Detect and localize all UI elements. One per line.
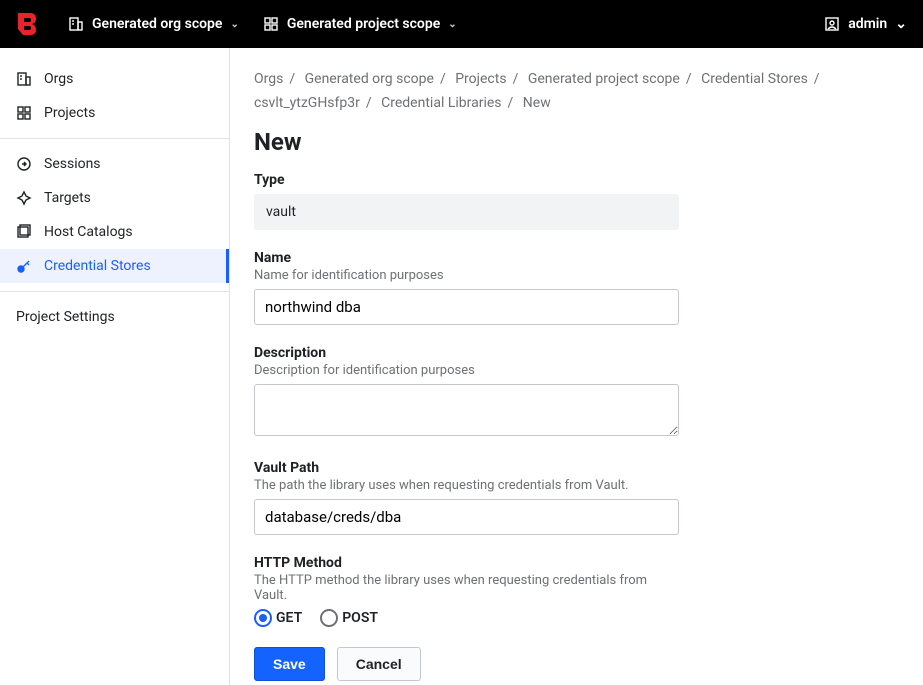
org-scope-label: Generated org scope [92, 16, 222, 32]
http-method-help: The HTTP method the library uses when re… [254, 573, 679, 603]
http-method-get-radio[interactable]: GET [254, 609, 302, 627]
topbar: Generated org scope ⌄ Generated project … [0, 0, 923, 48]
app-logo [16, 10, 44, 38]
user-label: admin [848, 16, 887, 32]
org-scope-picker[interactable]: Generated org scope ⌄ [68, 16, 239, 32]
description-help: Description for identification purposes [254, 363, 679, 378]
breadcrumb-link[interactable]: Credential Libraries [381, 95, 501, 111]
chevron-down-icon: ⌄ [230, 19, 238, 30]
type-value: vault [254, 194, 679, 230]
project-icon [16, 105, 32, 121]
vault-path-input[interactable] [254, 499, 679, 535]
sidebar-item-label: Sessions [44, 156, 101, 172]
breadcrumb-current: New [523, 95, 551, 111]
org-icon [16, 71, 32, 87]
breadcrumb-link[interactable]: Generated project scope [528, 71, 680, 87]
sidebar-item-projects[interactable]: Projects [0, 96, 229, 130]
name-label: Name [254, 250, 679, 266]
project-scope-label: Generated project scope [287, 16, 440, 32]
sidebar-item-host-catalogs[interactable]: Host Catalogs [0, 215, 229, 249]
sidebar-item-label: Project Settings [16, 309, 115, 325]
org-icon [68, 16, 84, 32]
http-method-label: HTTP Method [254, 555, 679, 571]
host-catalogs-icon [16, 224, 32, 240]
sidebar-item-label: Host Catalogs [44, 224, 133, 240]
user-icon [824, 16, 840, 32]
page-title: New [254, 128, 899, 156]
breadcrumb-link[interactable]: csvlt_ytzGHsfp3r [254, 95, 360, 111]
sidebar-item-project-settings[interactable]: Project Settings [0, 300, 229, 334]
vault-path-help: The path the library uses when requestin… [254, 478, 679, 493]
vault-path-label: Vault Path [254, 460, 679, 476]
breadcrumb-link[interactable]: Credential Stores [701, 71, 808, 87]
sidebar-item-targets[interactable]: Targets [0, 181, 229, 215]
name-input[interactable] [254, 289, 679, 325]
project-icon [263, 16, 279, 32]
sidebar-item-label: Projects [44, 105, 95, 121]
cancel-button[interactable]: Cancel [337, 647, 421, 681]
name-help: Name for identification purposes [254, 268, 679, 283]
sidebar-item-label: Credential Stores [44, 258, 151, 274]
sidebar: Orgs Projects Sessions Targets [0, 48, 230, 685]
sidebar-item-sessions[interactable]: Sessions [0, 147, 229, 181]
project-scope-picker[interactable]: Generated project scope ⌄ [263, 16, 457, 32]
main-content: Orgs/ Generated org scope/ Projects/ Gen… [230, 48, 923, 685]
breadcrumb-link[interactable]: Orgs [254, 71, 283, 87]
description-input[interactable] [254, 384, 679, 436]
targets-icon [16, 190, 32, 206]
user-menu[interactable]: admin ⌄ [824, 16, 907, 32]
description-label: Description [254, 345, 679, 361]
chevron-down-icon: ⌄ [895, 16, 907, 32]
sidebar-item-orgs[interactable]: Orgs [0, 62, 229, 96]
breadcrumb-link[interactable]: Generated org scope [305, 71, 434, 87]
radio-label: GET [276, 610, 302, 626]
http-method-post-radio[interactable]: POST [320, 609, 378, 627]
save-button[interactable]: Save [254, 647, 325, 681]
sidebar-item-label: Targets [44, 190, 91, 206]
breadcrumb: Orgs/ Generated org scope/ Projects/ Gen… [254, 68, 899, 116]
sessions-icon [16, 156, 32, 172]
sidebar-item-credential-stores[interactable]: Credential Stores [0, 249, 229, 283]
chevron-down-icon: ⌄ [448, 19, 456, 30]
type-label: Type [254, 172, 679, 188]
radio-icon [320, 609, 338, 627]
radio-label: POST [342, 610, 378, 626]
sidebar-item-label: Orgs [44, 71, 73, 87]
credential-stores-icon [16, 258, 32, 274]
breadcrumb-link[interactable]: Projects [455, 71, 506, 87]
radio-icon [254, 609, 272, 627]
